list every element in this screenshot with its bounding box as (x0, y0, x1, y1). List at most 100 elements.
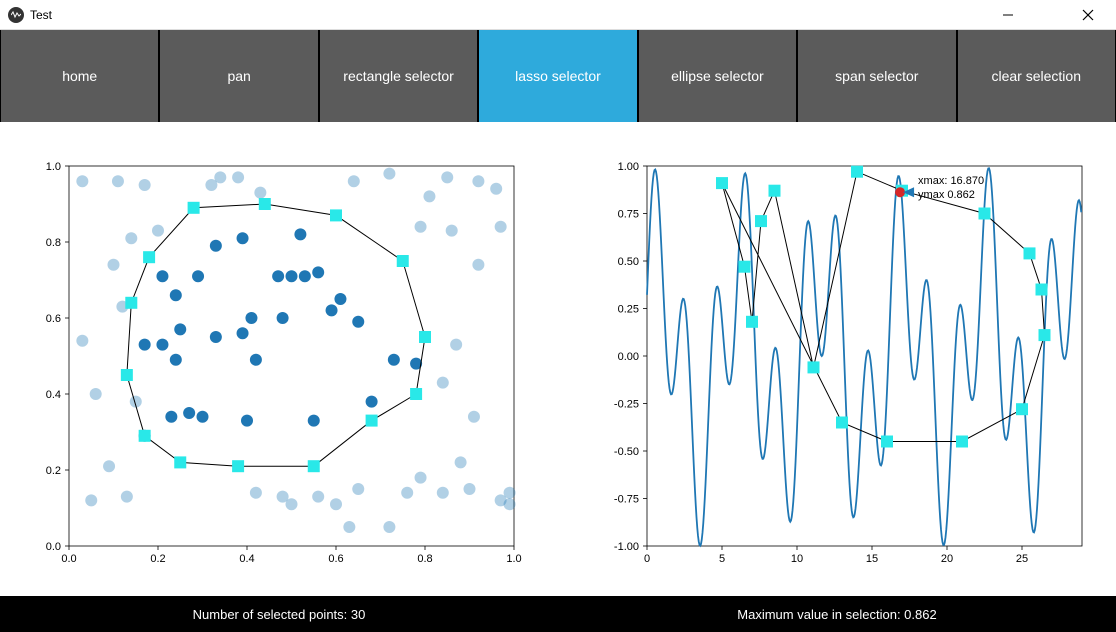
status-max-value: Maximum value in selection: 0.862 (558, 596, 1116, 632)
status-selected-count: Number of selected points: 30 (0, 596, 558, 632)
scatter-point (326, 304, 338, 316)
scatter-point (156, 339, 168, 351)
svg-text:1.00: 1.00 (618, 161, 639, 173)
svg-text:-0.25: -0.25 (614, 399, 639, 411)
line-plot[interactable]: 0510152025-1.00-0.75-0.50-0.250.000.250.… (578, 136, 1106, 596)
scatter-point (312, 266, 324, 278)
scatter-point (464, 483, 476, 495)
scatter-point (112, 175, 124, 187)
lasso-handle[interactable] (397, 255, 409, 267)
scatter-point (210, 240, 222, 252)
lasso-handle[interactable] (419, 331, 431, 343)
scatter-point (272, 270, 284, 282)
scatter-point (183, 407, 195, 419)
lasso-handle[interactable] (139, 430, 151, 442)
lasso-handle[interactable] (1016, 403, 1028, 415)
toolbar-label: clear selection (991, 68, 1081, 84)
lasso-handle[interactable] (259, 198, 271, 210)
svg-text:0: 0 (644, 553, 650, 565)
scatter-point (250, 354, 262, 366)
lasso-handle[interactable] (366, 415, 378, 427)
scatter-point (277, 312, 289, 324)
scatter-point (232, 171, 244, 183)
svg-text:-0.75: -0.75 (614, 494, 639, 506)
toolbar-lasso-selector[interactable]: lasso selector (479, 30, 636, 122)
lasso-handle[interactable] (308, 460, 320, 472)
minimize-icon (1002, 9, 1014, 21)
scatter-point (490, 183, 502, 195)
lasso-handle[interactable] (769, 185, 781, 197)
lasso-handle[interactable] (755, 215, 767, 227)
scatter-point (446, 225, 458, 237)
scatter-point (90, 388, 102, 400)
toolbar-rectangle-selector[interactable]: rectangle selector (320, 30, 477, 122)
scatter-point (103, 460, 115, 472)
svg-text:-1.00: -1.00 (614, 541, 639, 553)
scatter-point (214, 171, 226, 183)
lasso-handle[interactable] (979, 208, 991, 220)
scatter-point (250, 487, 262, 499)
lasso-outline[interactable] (722, 172, 1045, 442)
scatter-point (76, 335, 88, 347)
scatter-point (156, 270, 168, 282)
scatter-point (388, 354, 400, 366)
lasso-handle[interactable] (1036, 284, 1048, 296)
lasso-handle[interactable] (232, 460, 244, 472)
annotation-ymax: ymax 0.862 (918, 189, 975, 201)
svg-text:0.4: 0.4 (46, 389, 61, 401)
scatter-point (174, 323, 186, 335)
lasso-handle[interactable] (143, 251, 155, 263)
scatter-point (468, 411, 480, 423)
svg-text:1.0: 1.0 (506, 553, 521, 565)
toolbar-home[interactable]: home (1, 30, 158, 122)
minimize-button[interactable] (988, 1, 1028, 29)
scatter-point (152, 225, 164, 237)
svg-text:0.25: 0.25 (618, 304, 639, 316)
lasso-handle[interactable] (188, 202, 200, 214)
title-bar: Test (0, 0, 1116, 30)
lasso-handle[interactable] (410, 388, 422, 400)
lasso-handle[interactable] (956, 436, 968, 448)
scatter-point (85, 494, 97, 506)
scatter-point (366, 396, 378, 408)
toolbar-clear-selection[interactable]: clear selection (958, 30, 1115, 122)
lasso-handle[interactable] (125, 297, 137, 309)
svg-text:-0.50: -0.50 (614, 446, 639, 458)
scatter-point (121, 491, 133, 503)
lasso-handle[interactable] (121, 369, 133, 381)
scatter-point (348, 175, 360, 187)
lasso-handle[interactable] (881, 436, 893, 448)
lasso-handle[interactable] (1039, 329, 1051, 341)
lasso-handle[interactable] (1024, 247, 1036, 259)
lasso-handle[interactable] (836, 417, 848, 429)
lasso-handle[interactable] (739, 261, 751, 273)
lasso-handle[interactable] (330, 209, 342, 221)
scatter-point (437, 377, 449, 389)
scatter-plot[interactable]: 0.00.20.40.60.81.00.00.20.40.60.81.0 (10, 136, 538, 596)
lasso-handle[interactable] (716, 177, 728, 189)
toolbar-span-selector[interactable]: span selector (798, 30, 955, 122)
close-icon (1082, 9, 1094, 21)
scatter-point (197, 411, 209, 423)
svg-text:0.4: 0.4 (239, 553, 254, 565)
scatter-point (245, 312, 257, 324)
lasso-handle[interactable] (746, 316, 758, 328)
lasso-handle[interactable] (851, 166, 863, 178)
svg-text:20: 20 (941, 553, 953, 565)
scatter-point (237, 327, 249, 339)
scatter-point (455, 456, 467, 468)
scatter-point (343, 521, 355, 533)
svg-text:0.0: 0.0 (46, 541, 61, 553)
close-button[interactable] (1068, 1, 1108, 29)
lasso-handle[interactable] (174, 456, 186, 468)
maximize-button[interactable] (1028, 1, 1068, 29)
scatter-point (415, 472, 427, 484)
toolbar-pan[interactable]: pan (160, 30, 317, 122)
scatter-point (504, 487, 516, 499)
lasso-outline[interactable] (127, 204, 425, 466)
wave-line (647, 168, 1081, 546)
toolbar-ellipse-selector[interactable]: ellipse selector (639, 30, 796, 122)
window-title: Test (30, 8, 52, 22)
lasso-handle[interactable] (808, 361, 820, 373)
toolbar: home pan rectangle selector lasso select… (0, 30, 1116, 122)
